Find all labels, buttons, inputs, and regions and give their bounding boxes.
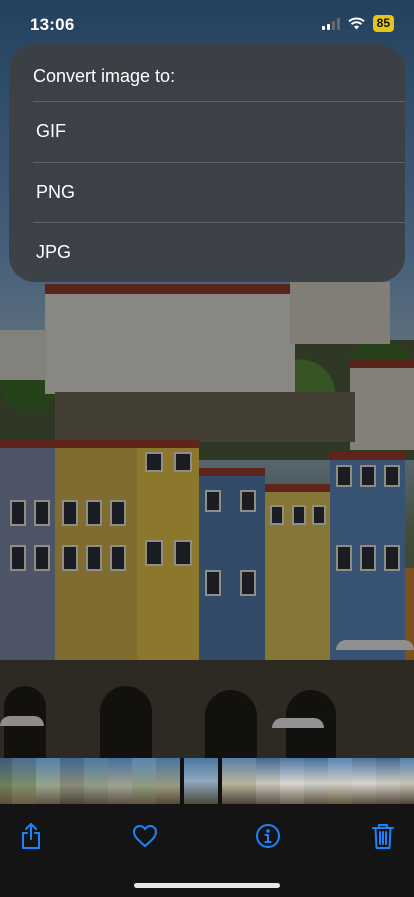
trash-icon: [372, 824, 394, 849]
thumbnail[interactable]: [12, 758, 36, 804]
thumbnail[interactable]: [222, 758, 256, 804]
home-indicator[interactable]: [134, 883, 280, 888]
menu-option-label: GIF: [36, 121, 66, 141]
menu-option-png[interactable]: PNG: [9, 163, 405, 223]
heart-icon: [133, 825, 157, 847]
thumbnail[interactable]: [328, 758, 352, 804]
share-button[interactable]: [13, 818, 49, 854]
menu-title: Convert image to:: [33, 66, 176, 86]
menu-option-jpg[interactable]: JPG: [9, 223, 405, 282]
thumbnail[interactable]: [280, 758, 304, 804]
status-icons: 85: [321, 15, 394, 32]
thumbnail[interactable]: [132, 758, 156, 804]
thumbnail[interactable]: [0, 758, 12, 804]
thumbnail[interactable]: [352, 758, 376, 804]
thumbnail-strip[interactable]: [0, 758, 414, 804]
status-bar: 13:06 85: [0, 0, 414, 50]
menu-option-gif[interactable]: GIF: [9, 102, 405, 162]
thumbnail[interactable]: [400, 758, 414, 804]
thumbnail[interactable]: [304, 758, 328, 804]
status-time: 13:06: [30, 15, 75, 34]
favorite-button[interactable]: [127, 818, 163, 854]
menu-option-label: JPG: [36, 242, 72, 262]
share-icon: [22, 823, 40, 849]
thumbnail[interactable]: [60, 758, 84, 804]
cellular-signal-icon: [321, 17, 340, 30]
thumbnail-selected[interactable]: [180, 758, 222, 804]
wifi-icon: [347, 17, 365, 30]
battery-indicator: 85: [372, 15, 394, 32]
thumbnail[interactable]: [36, 758, 60, 804]
convert-menu: Convert image to: GIF PNG JPG: [9, 44, 405, 282]
thumbnail[interactable]: [84, 758, 108, 804]
bottom-toolbar: [0, 804, 414, 897]
thumbnail[interactable]: [256, 758, 280, 804]
menu-option-label: PNG: [36, 182, 76, 202]
info-icon: [256, 824, 280, 848]
info-button[interactable]: [250, 818, 286, 854]
thumbnail[interactable]: [108, 758, 132, 804]
thumbnail[interactable]: [156, 758, 180, 804]
thumbnail[interactable]: [376, 758, 400, 804]
delete-button[interactable]: [365, 818, 401, 854]
